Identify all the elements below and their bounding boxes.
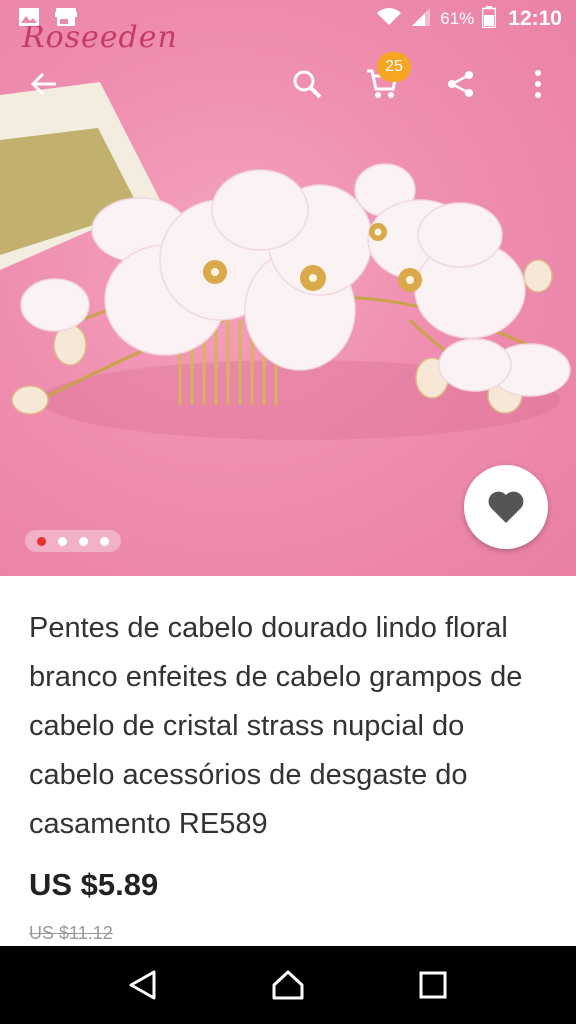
product-title: Pentes de cabelo dourado lindo floral br… bbox=[29, 612, 523, 840]
wifi-icon bbox=[376, 7, 402, 32]
favorite-button[interactable] bbox=[464, 465, 548, 549]
original-price: US $11.12 bbox=[29, 923, 113, 943]
carousel-dot[interactable] bbox=[37, 536, 46, 546]
status-clock: 12:10 bbox=[508, 7, 562, 30]
heart-icon bbox=[488, 491, 524, 523]
share-button[interactable] bbox=[433, 52, 489, 116]
home-icon bbox=[272, 970, 304, 1000]
product-price: US $5.89 bbox=[29, 867, 159, 902]
signal-icon bbox=[410, 7, 432, 32]
nav-back-button[interactable] bbox=[113, 955, 173, 1015]
product-action-bar bbox=[0, 52, 576, 116]
recents-icon bbox=[419, 971, 447, 999]
back-triangle-icon bbox=[129, 970, 156, 1000]
search-icon bbox=[293, 70, 322, 99]
battery-percentage: 61% bbox=[440, 9, 475, 28]
product-details: Pentes de cabelo dourado lindo floral br… bbox=[0, 576, 576, 946]
image-icon bbox=[18, 7, 40, 32]
carousel-dot[interactable] bbox=[58, 536, 67, 546]
more-options-button[interactable] bbox=[510, 52, 566, 116]
carousel-dot[interactable] bbox=[79, 536, 88, 546]
share-icon bbox=[448, 71, 473, 97]
carousel-indicator bbox=[25, 530, 121, 552]
back-arrow-icon bbox=[30, 72, 56, 96]
carousel-dot[interactable] bbox=[100, 536, 109, 546]
nav-home-button[interactable] bbox=[258, 955, 318, 1015]
system-navigation-bar bbox=[0, 946, 576, 1024]
search-button[interactable] bbox=[279, 52, 335, 116]
back-button[interactable] bbox=[16, 52, 72, 116]
store-icon bbox=[54, 7, 78, 32]
status-bar: 61% 12:10 bbox=[0, 0, 576, 38]
nav-recents-button[interactable] bbox=[403, 955, 463, 1015]
more-vertical-icon bbox=[535, 70, 541, 98]
battery-icon bbox=[482, 5, 497, 33]
cart-count-badge: 25 bbox=[377, 52, 411, 82]
